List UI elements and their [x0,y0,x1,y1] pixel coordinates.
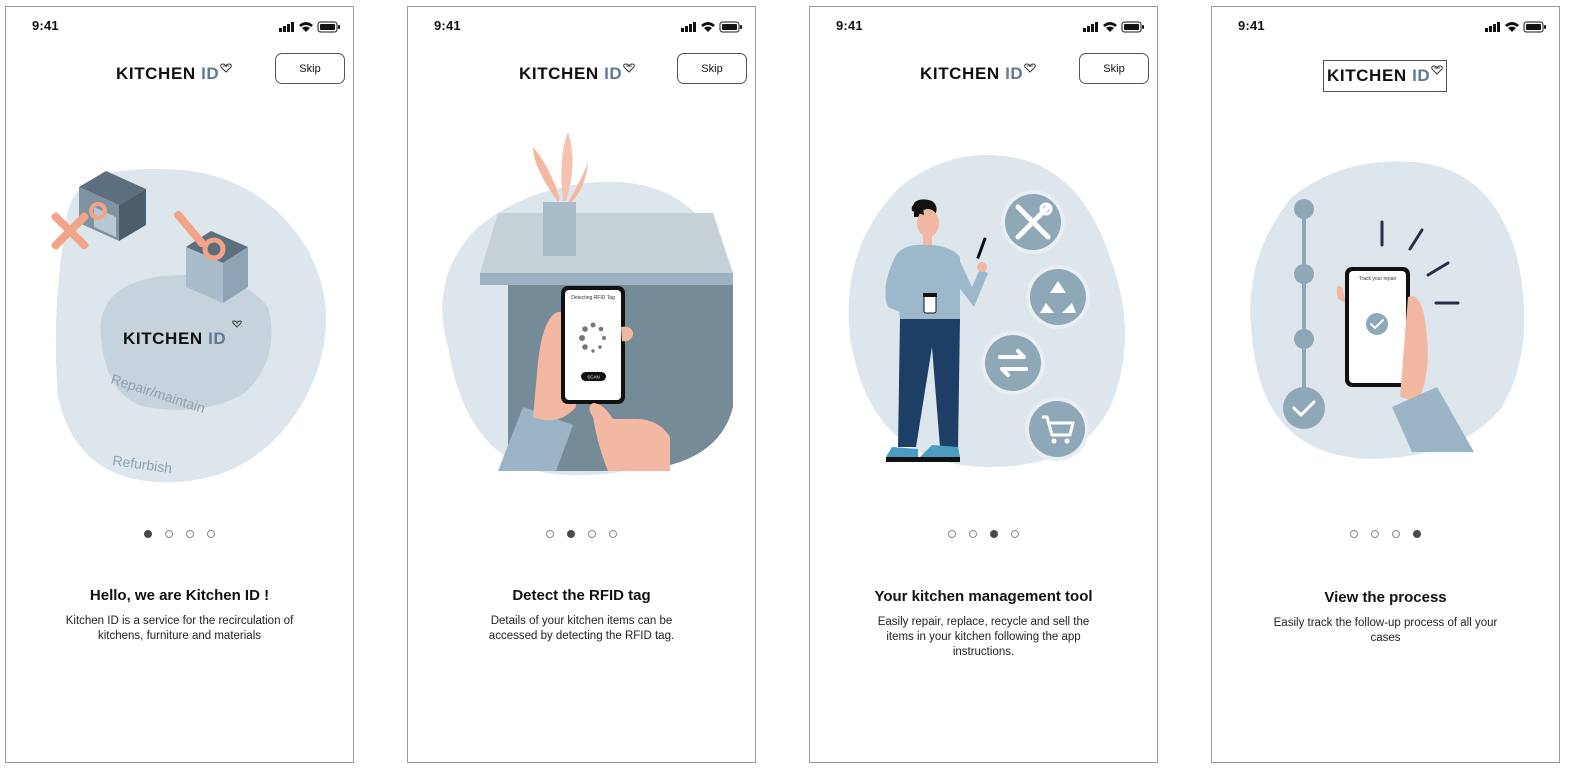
swap-icon [981,331,1045,395]
timeline-step-2 [1294,264,1314,284]
logo-heart-icon [1024,63,1037,73]
kitchen-id-logo: KITCHEN ID [519,59,636,89]
kitchen-id-logo: KITCHEN ID [920,59,1037,89]
page-dot-3[interactable] [186,530,194,538]
status-time: 9:41 [434,18,461,33]
timeline-step-3 [1294,329,1314,349]
page-dot-4[interactable] [609,530,617,538]
timeline-step-complete [1283,387,1325,429]
status-bar: 9:41 [1212,17,1559,37]
page-dot-3[interactable] [990,530,998,538]
onboarding-screen-1: 9:41 KITCHEN ID Skip KITCHEN ID Repair/m… [5,6,354,763]
skip-button[interactable]: Skip [1079,53,1149,84]
page-dot-1[interactable] [1350,530,1358,538]
wifi-icon [1103,22,1117,32]
kitchen-id-logo: KITCHEN ID [1323,60,1448,92]
onboarding-description: Easily repair, replace, recycle and sell… [877,616,1090,658]
page-dot-4[interactable] [1011,530,1019,538]
battery-icon [719,21,742,33]
page-dot-3[interactable] [1392,530,1400,538]
status-icons [279,21,340,33]
status-bar: 9:41 [408,17,755,37]
status-time: 9:41 [1238,18,1265,33]
page-indicator [1212,530,1559,538]
counter-top [480,213,733,273]
signal-icon [1485,22,1500,32]
signal-icon [279,22,294,32]
page-dot-2[interactable] [1371,530,1379,538]
status-icons [1083,21,1144,33]
kitchen-id-logo: KITCHEN ID [116,59,233,89]
battery-icon [317,21,340,33]
illustration-rfid-scan: Detecting RFID Tag SCAN [442,132,733,476]
skip-button[interactable]: Skip [275,53,345,84]
status-bar: 9:41 [6,17,353,37]
phone-check-circle [1366,313,1388,335]
page-dot-4[interactable] [1413,530,1421,538]
page-dot-1[interactable] [948,530,956,538]
logo-heart-icon [1431,65,1444,75]
signal-icon [1083,22,1098,32]
status-time: 9:41 [32,18,59,33]
counter-edge [480,273,733,285]
onboarding-screen-3: 9:41 KITCHEN ID Skip Your kitchen manage… [809,6,1158,763]
onboarding-title: Hello, we are Kitchen ID ! [89,587,270,604]
logo-heart-icon [623,63,636,73]
wifi-icon [299,22,313,32]
page-dot-3[interactable] [588,530,596,538]
page-dot-1[interactable] [546,530,554,538]
onboarding-screen-2: 9:41 KITCHEN ID Skip Detecting RFID Tag [407,6,756,763]
onboarding-title: View the process [1324,589,1447,606]
page-indicator [6,530,353,538]
phone-screen [565,290,621,400]
logo-heart-icon [220,63,233,73]
onboarding-title: Detect the RFID tag [512,587,651,604]
timeline-step-1 [1294,199,1314,219]
illustration-logo-text: KITCHEN ID [123,329,226,348]
phone-scan-label: SCAN [587,375,600,380]
status-icons [681,21,742,33]
status-icons [1485,21,1546,33]
page-indicator [408,530,755,538]
illustration-recirculation: KITCHEN ID Repair/maintain Refurbish [51,168,326,483]
phone-heading: Detecting RFID Tag [571,295,615,301]
page-dot-1[interactable] [144,530,152,538]
onboarding-description: Details of your kitchen items can be acc… [488,615,675,642]
battery-icon [1523,21,1546,33]
recycle-icon [1026,265,1090,329]
page-indicator [810,530,1157,538]
battery-icon [1121,21,1144,33]
status-bar: 9:41 [810,17,1157,37]
illustration-process-tracking: Track your repair [1250,161,1525,459]
signal-icon [681,22,696,32]
status-time: 9:41 [836,18,863,33]
onboarding-description: Kitchen ID is a service for the recircul… [65,615,294,642]
onboarding-description: Easily track the follow-up process of al… [1273,617,1498,644]
page-dot-2[interactable] [969,530,977,538]
skip-button[interactable]: Skip [677,53,747,84]
wifi-icon [1505,22,1519,32]
page-dot-2[interactable] [165,530,173,538]
phone-heading: Track your repair [1359,276,1397,282]
page-dot-4[interactable] [207,530,215,538]
illustration-management-tool [848,155,1125,467]
cart-icon [1025,397,1089,461]
onboarding-screen-4: 9:41 KITCHEN ID Track your repair View t… [1211,6,1560,763]
onboarding-title: Your kitchen management tool [874,588,1093,605]
tools-icon [1001,190,1065,254]
wifi-icon [701,22,715,32]
page-dot-2[interactable] [567,530,575,538]
